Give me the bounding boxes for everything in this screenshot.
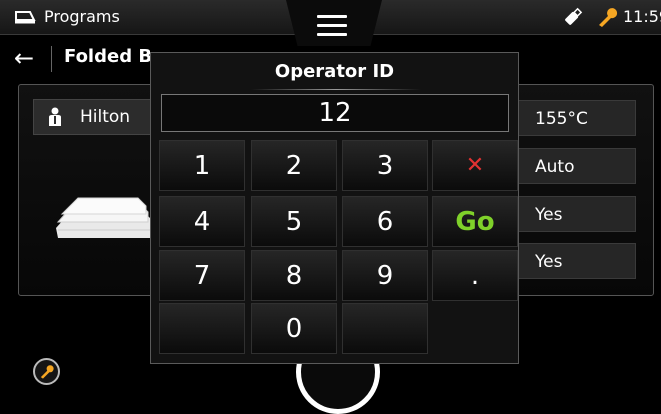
operator-chip[interactable]: Hilton (33, 99, 155, 135)
key-1[interactable]: 1 (159, 140, 245, 191)
operator-name: Hilton (80, 107, 131, 127)
key-9[interactable]: 9 (342, 250, 428, 301)
usb-icon (565, 7, 583, 25)
go-button[interactable]: Go (432, 196, 518, 247)
back-arrow-icon[interactable]: ← (14, 46, 34, 70)
key-7[interactable]: 7 (159, 250, 245, 301)
key-blank-left[interactable] (159, 303, 245, 354)
menu-icon[interactable] (317, 15, 347, 37)
wrench-icon (40, 365, 54, 379)
dialog-title: Operator ID (274, 61, 395, 82)
key-8[interactable]: 8 (251, 250, 337, 301)
title-divider (251, 89, 421, 90)
setting-option-2[interactable]: Yes (516, 243, 636, 279)
key-0[interactable]: 0 (251, 303, 337, 354)
key-2[interactable]: 2 (251, 140, 337, 191)
clear-button[interactable]: ✕ (432, 140, 518, 191)
operator-id-dialog: Operator ID 12 1 2 3 ✕ 4 5 6 Go 7 8 9 . … (150, 52, 519, 364)
towels-image (56, 197, 150, 238)
operator-id-input[interactable]: 12 (161, 94, 509, 132)
key-5[interactable]: 5 (251, 196, 337, 247)
key-decimal[interactable]: . (432, 250, 518, 301)
key-6[interactable]: 6 (342, 196, 428, 247)
setting-mode[interactable]: Auto (516, 148, 636, 184)
laundry-icon (15, 11, 36, 24)
key-3[interactable]: 3 (342, 140, 428, 191)
service-button[interactable] (33, 358, 60, 385)
key-4[interactable]: 4 (159, 196, 245, 247)
page-title: Folded B (64, 46, 150, 67)
clock: 11:59 (623, 7, 661, 26)
setting-option-1[interactable]: Yes (516, 196, 636, 232)
wrench-icon[interactable] (595, 6, 619, 28)
title-divider (51, 46, 52, 72)
app-title: Programs (44, 7, 120, 26)
person-icon (49, 107, 61, 126)
setting-temperature[interactable]: 155°C (516, 100, 636, 136)
key-blank-right[interactable] (342, 303, 428, 354)
